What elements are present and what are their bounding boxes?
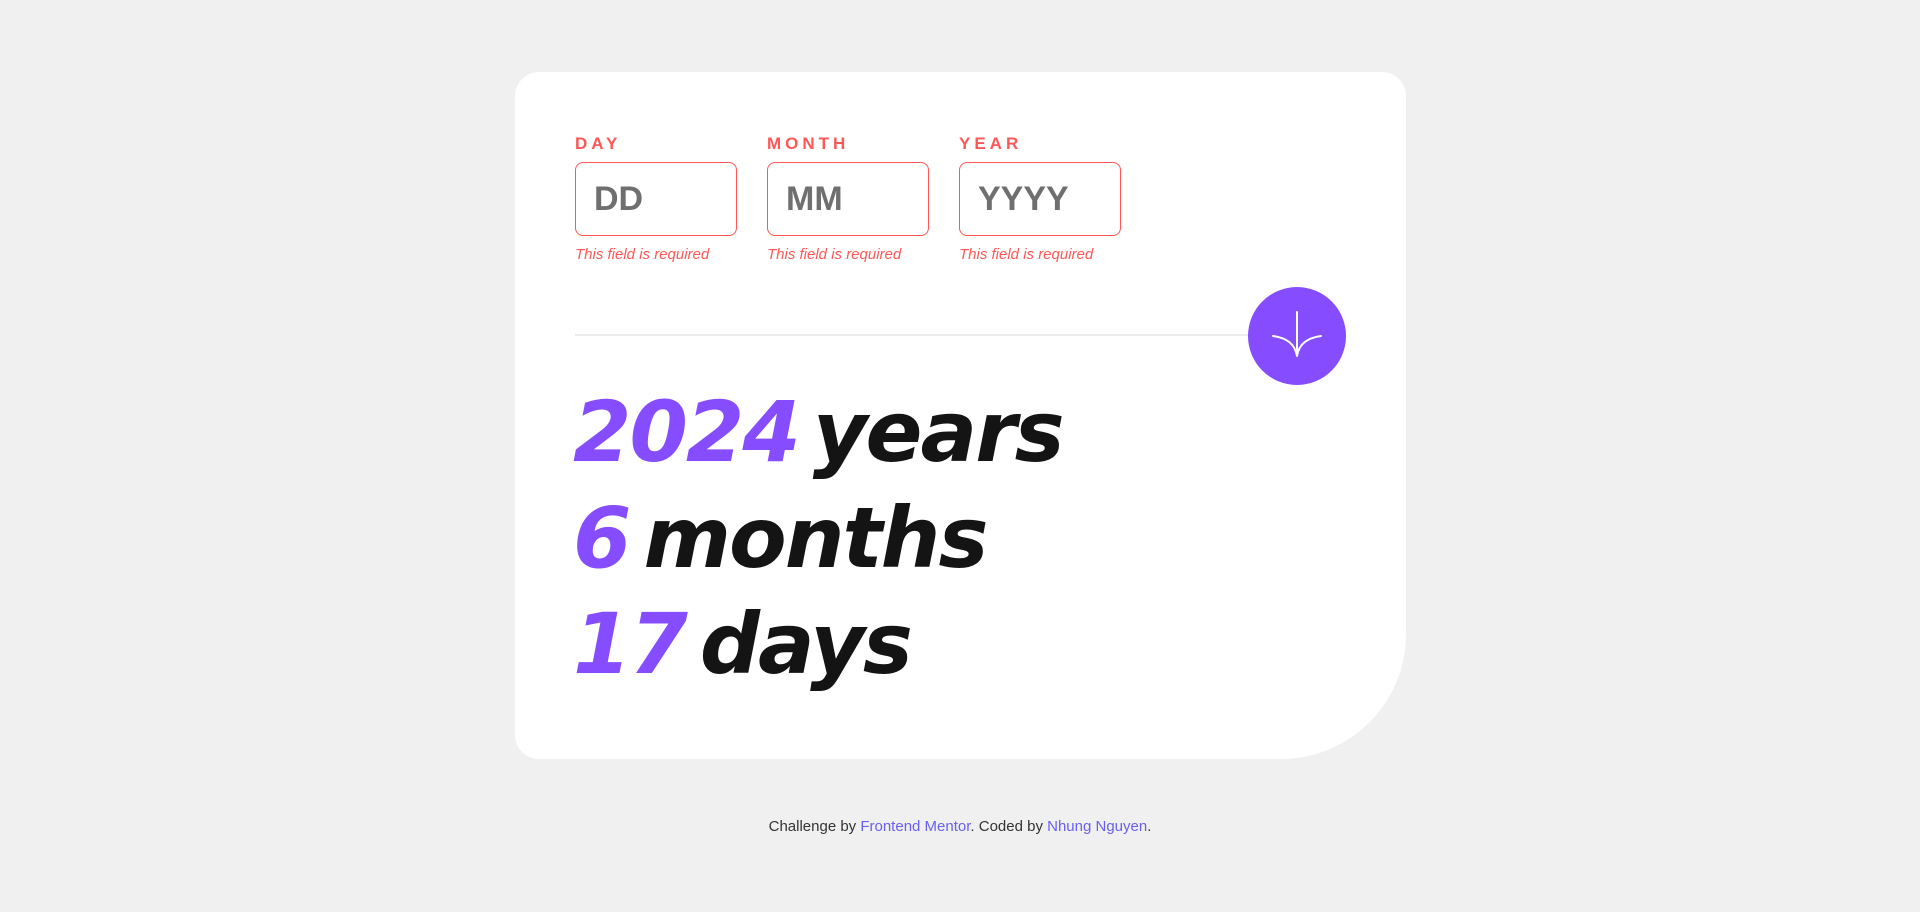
days-value: 17 xyxy=(573,595,688,693)
submit-button[interactable] xyxy=(1248,287,1346,385)
month-field: MONTH This field is required xyxy=(767,132,929,264)
date-input-group: DAY This field is required MONTH This fi… xyxy=(575,132,1121,264)
years-value: 2024 xyxy=(573,383,801,481)
months-unit: months xyxy=(643,489,988,587)
year-label: YEAR xyxy=(959,134,1023,153)
month-label: MONTH xyxy=(767,134,850,153)
months-result: 6 months xyxy=(573,485,1063,591)
days-unit: days xyxy=(699,595,913,693)
day-input[interactable] xyxy=(575,162,737,236)
months-value: 6 xyxy=(573,489,631,587)
day-error-message: This field is required xyxy=(575,246,710,263)
results: 2024 years 6 months 17 days xyxy=(573,379,1065,697)
attribution-prefix: Challenge by xyxy=(768,818,861,835)
year-input[interactable] xyxy=(959,162,1121,236)
days-result: 17 days xyxy=(573,591,1063,697)
frontend-mentor-link[interactable]: Frontend Mentor xyxy=(860,818,970,835)
years-result: 2024 years xyxy=(573,379,1065,485)
attribution-suffix: . xyxy=(1147,818,1152,835)
day-field: DAY This field is required xyxy=(575,132,737,264)
age-calculator-card: DAY This field is required MONTH This fi… xyxy=(515,72,1406,759)
attribution: Challenge by Frontend Mentor. Coded by N… xyxy=(0,818,1920,835)
arrow-down-icon xyxy=(1272,311,1322,357)
year-error-message: This field is required xyxy=(959,246,1094,263)
month-error-message: This field is required xyxy=(767,246,902,263)
author-link[interactable]: Nhung Nguyen xyxy=(1047,818,1147,835)
years-unit: years xyxy=(812,383,1065,481)
divider xyxy=(575,334,1305,336)
day-label: DAY xyxy=(575,134,622,153)
year-field: YEAR This field is required xyxy=(959,132,1121,264)
month-input[interactable] xyxy=(767,162,929,236)
attribution-middle: . Coded by xyxy=(970,818,1048,835)
